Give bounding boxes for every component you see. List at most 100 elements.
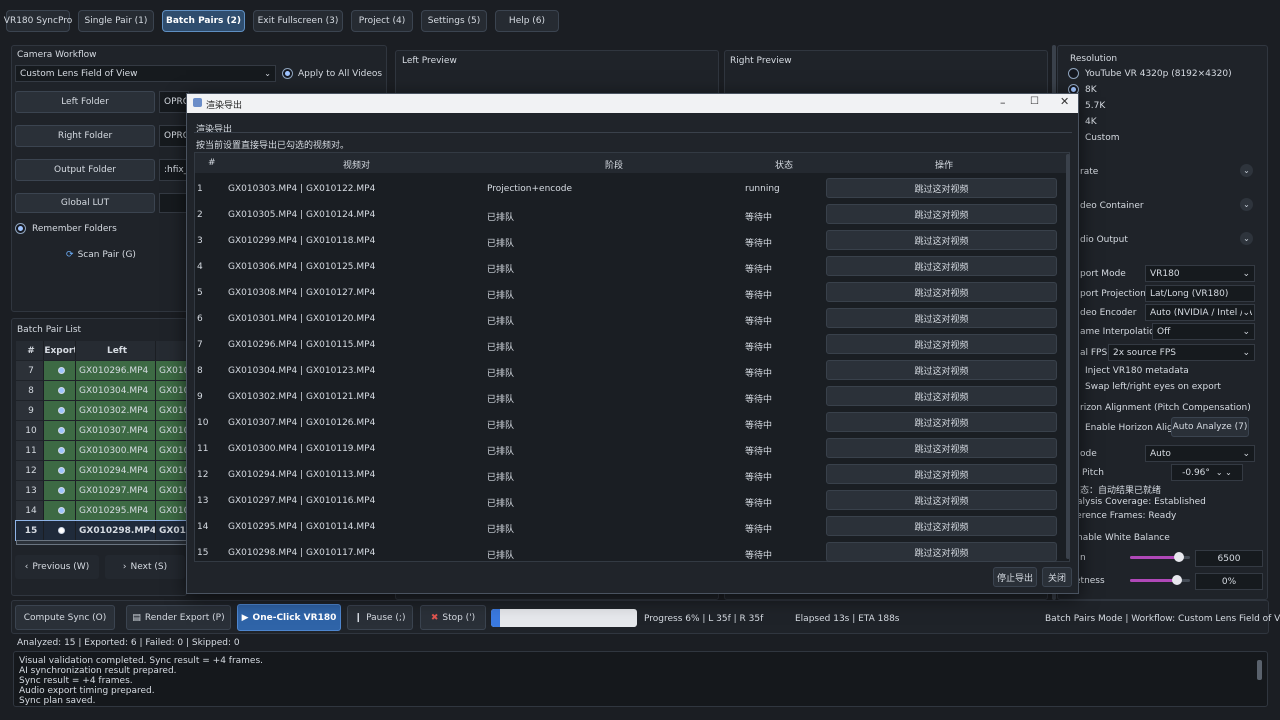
export-mode-select[interactable]: VR180 ⌄ — [1145, 265, 1255, 282]
export-radio[interactable] — [44, 501, 76, 520]
section-rate[interactable]: rate — [1080, 167, 1098, 177]
apply-all-radio[interactable] — [282, 68, 293, 79]
table-row[interactable]: 14 GX010295.MP4GX0101 — [16, 501, 188, 520]
skip-pair-button[interactable]: 跳过这对视频 — [826, 464, 1057, 484]
table-row[interactable]: 10 GX010307.MP4GX0101 — [16, 421, 188, 440]
previous-button[interactable]: ‹ Previous (W) — [15, 555, 99, 579]
white-balance-checkbox[interactable]: nable White Balance — [1077, 533, 1170, 543]
scan-pair-button[interactable]: ⟳ Scan Pair (G) — [15, 244, 187, 266]
left-folder-button[interactable]: Left Folder — [15, 91, 155, 113]
section-video-container[interactable]: deo Container — [1080, 201, 1144, 211]
compute-sync-button[interactable]: Compute Sync (O) — [15, 605, 115, 630]
table-row[interactable]: 8 GX010304.MP4GX0101 — [16, 381, 188, 400]
pause-button[interactable]: ❙ Pause (;) — [347, 605, 413, 630]
output-folder-field[interactable]: :hfix_r — [159, 159, 189, 181]
horizontal-scrollbar[interactable] — [16, 540, 188, 545]
right-folder-field[interactable]: OPRO/ — [159, 125, 189, 147]
brightness-value-field[interactable]: 0% — [1195, 573, 1263, 590]
log-scrollbar[interactable] — [1257, 660, 1262, 680]
minimize-icon[interactable]: – — [1000, 96, 1006, 109]
enable-horizon-checkbox[interactable]: Enable Horizon Aligi — [1085, 423, 1175, 433]
table-row[interactable]: 11 GX010300.MP4GX0101 — [16, 441, 188, 460]
skip-pair-button[interactable]: 跳过这对视频 — [826, 412, 1057, 432]
skip-pair-button[interactable]: 跳过这对视频 — [826, 542, 1057, 562]
row-index: 10 — [16, 421, 44, 440]
dialog-row-stage: 已排队 — [487, 213, 515, 223]
table-row[interactable]: 9 GX010302.MP4GX0101 — [16, 401, 188, 420]
skip-pair-button[interactable]: 跳过这对视频 — [826, 490, 1057, 510]
dialog-row-stage: 已排队 — [487, 343, 515, 353]
table-row[interactable]: 15 GX010298.MP4GX0101 — [15, 520, 189, 541]
row-right-file: GX0101 — [156, 501, 188, 520]
auto-analyze-button[interactable]: Auto Analyze (7) — [1171, 417, 1249, 437]
export-radio[interactable] — [44, 481, 76, 500]
one-click-vr180-button[interactable]: ▶ One-Click VR180 — [237, 604, 341, 631]
table-row[interactable]: 12 GX010294.MP4GX0101 — [16, 461, 188, 480]
tab-project[interactable]: Project (4) — [351, 10, 413, 32]
table-row[interactable]: 7 GX010296.MP4GX0101 — [16, 361, 188, 380]
export-projection-select[interactable]: Lat/Long (VR180) — [1145, 285, 1255, 302]
close-icon[interactable]: ✕ — [1060, 95, 1069, 108]
tab-single-pair[interactable]: Single Pair (1) — [78, 10, 154, 32]
temperature-value-field[interactable]: 6500 — [1195, 550, 1263, 567]
output-folder-button[interactable]: Output Folder — [15, 159, 155, 181]
skip-pair-button[interactable]: 跳过这对视频 — [826, 516, 1057, 536]
dialog-table-scrollbar[interactable] — [1066, 154, 1070, 559]
skip-pair-button[interactable]: 跳过这对视频 — [826, 178, 1057, 198]
skip-pair-button[interactable]: 跳过这对视频 — [826, 308, 1057, 328]
global-lut-button[interactable]: Global LUT — [15, 193, 155, 213]
maximize-icon[interactable]: ☐ — [1030, 96, 1039, 107]
skip-pair-button[interactable]: 跳过这对视频 — [826, 282, 1057, 302]
pitch-spinbox[interactable]: -0.96° ⌄ ⌄ — [1171, 464, 1243, 481]
chevron-down-icon[interactable]: ⌄ — [1240, 198, 1253, 211]
stop-button[interactable]: ✖ Stop (') — [420, 605, 486, 630]
table-row[interactable]: 13 GX010297.MP4GX0101 — [16, 481, 188, 500]
global-lut-field[interactable] — [159, 193, 189, 213]
render-export-button[interactable]: ▤ Render Export (P) — [126, 605, 231, 630]
chevron-down-icon[interactable]: ⌄ — [1240, 232, 1253, 245]
video-encoder-label: deo Encoder — [1080, 308, 1137, 318]
res-custom-label[interactable]: Custom — [1085, 133, 1119, 143]
export-radio[interactable] — [44, 401, 76, 420]
tab-batch-pairs[interactable]: Batch Pairs (2) — [162, 10, 245, 32]
inject-metadata-checkbox[interactable]: Inject VR180 metadata — [1085, 366, 1189, 376]
left-folder-field[interactable]: OPRO/ — [159, 91, 189, 113]
tab-help[interactable]: Help (6) — [495, 10, 559, 32]
export-radio[interactable] — [44, 461, 76, 480]
chevron-down-icon[interactable]: ⌄ — [1240, 164, 1253, 177]
next-button[interactable]: › Next (S) — [105, 555, 185, 579]
res-4k-label[interactable]: 4K — [1085, 117, 1097, 127]
skip-pair-button[interactable]: 跳过这对视频 — [826, 438, 1057, 458]
res-youtube-radio[interactable] — [1068, 68, 1079, 79]
swap-eyes-checkbox[interactable]: Swap left/right eyes on export — [1085, 382, 1221, 392]
skip-pair-button[interactable]: 跳过这对视频 — [826, 230, 1057, 250]
skip-pair-button[interactable]: 跳过这对视频 — [826, 204, 1057, 224]
export-radio[interactable] — [44, 441, 76, 460]
stop-export-button[interactable]: 停止导出 — [993, 567, 1037, 587]
export-radio[interactable] — [44, 421, 76, 440]
video-encoder-value: Auto (NVIDIA / Intel / A — [1150, 307, 1253, 318]
mode-select[interactable]: Auto ⌄ — [1145, 445, 1255, 462]
right-folder-button[interactable]: Right Folder — [15, 125, 155, 147]
final-fps-select[interactable]: 2x source FPS ⌄ — [1108, 344, 1255, 361]
section-audio-output[interactable]: dio Output — [1080, 235, 1128, 245]
remember-folders-radio[interactable] — [15, 223, 26, 234]
skip-pair-button[interactable]: 跳过这对视频 — [826, 386, 1057, 406]
skip-pair-button[interactable]: 跳过这对视频 — [826, 256, 1057, 276]
export-radio[interactable] — [44, 361, 76, 380]
dialog-row-status: 等待中 — [745, 343, 773, 353]
close-dialog-button[interactable]: 关闭 — [1042, 567, 1072, 587]
stop-label: Stop (') — [442, 612, 476, 623]
tab-settings[interactable]: Settings (5) — [421, 10, 487, 32]
export-radio[interactable] — [44, 381, 76, 400]
lens-select[interactable]: Custom Lens Field of View ⌄ — [15, 65, 276, 82]
video-encoder-select[interactable]: Auto (NVIDIA / Intel / A ⌄ — [1145, 304, 1255, 321]
tab-exit-fullscreen[interactable]: Exit Fullscreen (3) — [253, 10, 343, 32]
skip-pair-button[interactable]: 跳过这对视频 — [826, 360, 1057, 380]
export-radio[interactable] — [44, 521, 76, 540]
temperature-slider[interactable] — [1130, 552, 1190, 562]
res-57k-label[interactable]: 5.7K — [1085, 101, 1105, 111]
brightness-slider[interactable] — [1130, 575, 1190, 585]
frame-interp-select[interactable]: Off ⌄ — [1152, 323, 1255, 340]
skip-pair-button[interactable]: 跳过这对视频 — [826, 334, 1057, 354]
